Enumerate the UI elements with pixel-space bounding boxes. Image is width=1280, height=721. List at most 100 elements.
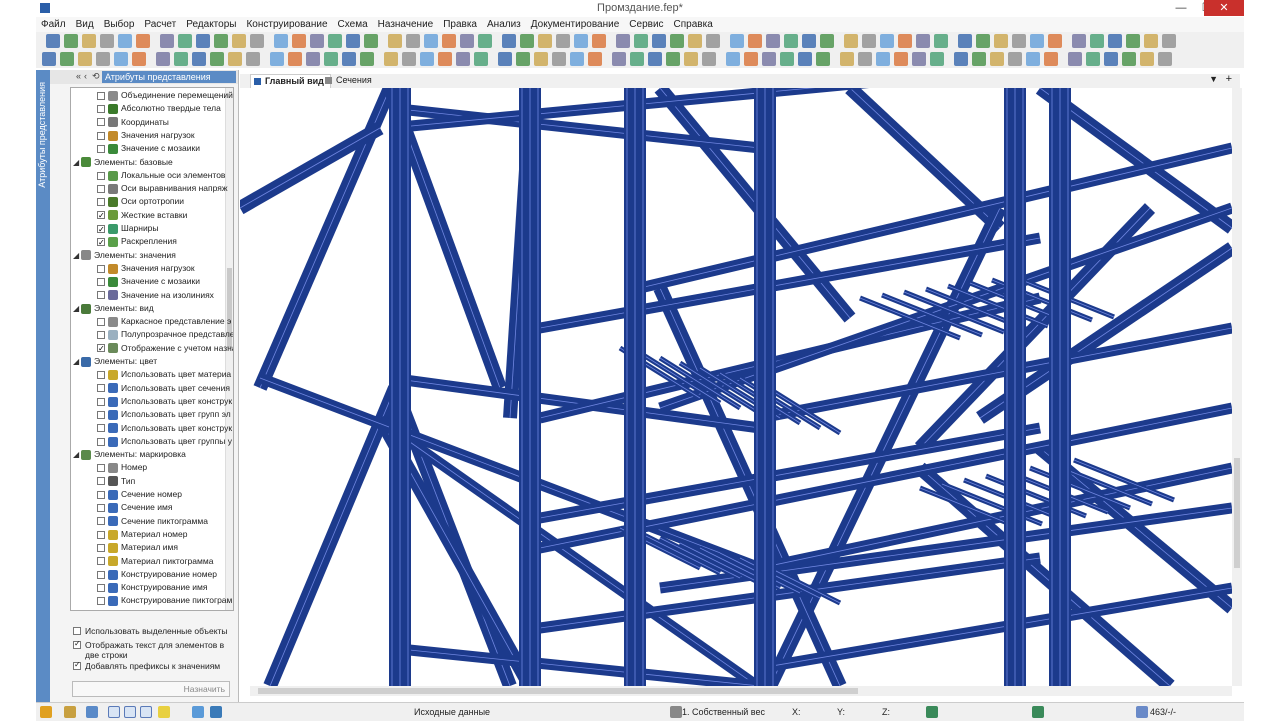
- canvas-vertical-thumb[interactable]: [1234, 458, 1240, 568]
- main-tool-icon-26[interactable]: [538, 34, 552, 48]
- refresh-icon[interactable]: ⟲: [92, 71, 100, 82]
- expand-icon[interactable]: ◢: [73, 302, 81, 315]
- main-tool-icon-59[interactable]: [1162, 34, 1176, 48]
- secondary-tool-icon-45[interactable]: [894, 52, 908, 66]
- tree-item[interactable]: Сечение номер: [97, 488, 182, 501]
- assign-button[interactable]: Назначить: [184, 684, 225, 694]
- option-checkbox[interactable]: [73, 660, 81, 670]
- secondary-tool-icon-6[interactable]: [156, 52, 170, 66]
- menu-item-9[interactable]: Анализ: [482, 17, 526, 32]
- main-tool-icon-47[interactable]: [934, 34, 948, 48]
- menu-item-10[interactable]: Документирование: [526, 17, 625, 32]
- tree-item[interactable]: Номер: [97, 461, 147, 474]
- secondary-tool-icon-15[interactable]: [324, 52, 338, 66]
- main-tool-icon-33[interactable]: [670, 34, 684, 48]
- menu-item-6[interactable]: Схема: [333, 17, 373, 32]
- secondary-tool-icon-22[interactable]: [456, 52, 470, 66]
- secondary-tool-icon-49[interactable]: [972, 52, 986, 66]
- canvas-vertical-scrollbar[interactable]: [1232, 88, 1242, 686]
- main-tool-icon-46[interactable]: [916, 34, 930, 48]
- snap-icon[interactable]: [40, 706, 52, 718]
- main-tool-icon-54[interactable]: [1072, 34, 1086, 48]
- tree-group[interactable]: ◢ Элементы: базовые: [73, 156, 173, 169]
- main-tool-icon-32[interactable]: [652, 34, 666, 48]
- secondary-tool-icon-57[interactable]: [1122, 52, 1136, 66]
- main-tool-icon-13[interactable]: [292, 34, 306, 48]
- main-tool-icon-49[interactable]: [976, 34, 990, 48]
- main-tool-icon-18[interactable]: [388, 34, 402, 48]
- tree-item[interactable]: Координаты: [97, 116, 169, 129]
- tab-main-view[interactable]: Главный вид: [250, 74, 331, 88]
- tree-item[interactable]: Жесткие вставки: [97, 209, 187, 222]
- tree-checkbox[interactable]: [97, 371, 105, 380]
- menu-item-4[interactable]: Редакторы: [181, 17, 241, 32]
- main-tool-icon-7[interactable]: [178, 34, 192, 48]
- main-tool-icon-21[interactable]: [442, 34, 456, 48]
- main-tool-icon-42[interactable]: [844, 34, 858, 48]
- secondary-tool-icon-1[interactable]: [60, 52, 74, 66]
- tree-item[interactable]: Каркасное представление э: [97, 315, 231, 328]
- expand-icon[interactable]: ◢: [73, 448, 81, 461]
- secondary-tool-icon-42[interactable]: [840, 52, 854, 66]
- menu-item-11[interactable]: Сервис: [624, 17, 668, 32]
- tree-checkbox[interactable]: [97, 517, 105, 526]
- secondary-tool-icon-58[interactable]: [1140, 52, 1154, 66]
- secondary-tool-icon-0[interactable]: [42, 52, 56, 66]
- tree-item[interactable]: Материал пиктограмма: [97, 555, 213, 568]
- main-tool-icon-24[interactable]: [502, 34, 516, 48]
- tree-item[interactable]: Значение с мозаики: [97, 142, 200, 155]
- main-tool-icon-6[interactable]: [160, 34, 174, 48]
- main-tool-icon-0[interactable]: [46, 34, 60, 48]
- edit-icon[interactable]: [192, 706, 204, 718]
- tree-checkbox[interactable]: [97, 144, 105, 153]
- ortho-icon[interactable]: [124, 706, 136, 718]
- secondary-tool-icon-33[interactable]: [666, 52, 680, 66]
- tree-group[interactable]: ◢ Элементы: значения: [73, 249, 176, 262]
- tree-item[interactable]: Материал номер: [97, 528, 188, 541]
- tree-item[interactable]: Тип: [97, 475, 135, 488]
- dynamic-icon[interactable]: [210, 706, 222, 718]
- assign-box[interactable]: Назначить: [72, 681, 230, 697]
- expand-icon[interactable]: ◢: [73, 156, 81, 169]
- tree-checkbox[interactable]: [97, 342, 105, 355]
- secondary-tool-icon-55[interactable]: [1086, 52, 1100, 66]
- main-tool-icon-38[interactable]: [766, 34, 780, 48]
- main-tool-icon-55[interactable]: [1090, 34, 1104, 48]
- main-tool-icon-16[interactable]: [346, 34, 360, 48]
- secondary-tool-icon-29[interactable]: [588, 52, 602, 66]
- main-tool-icon-44[interactable]: [880, 34, 894, 48]
- secondary-tool-icon-21[interactable]: [438, 52, 452, 66]
- tree-item[interactable]: Объединение перемещений: [97, 89, 233, 102]
- main-tool-icon-8[interactable]: [196, 34, 210, 48]
- main-tool-icon-20[interactable]: [424, 34, 438, 48]
- secondary-tool-icon-27[interactable]: [552, 52, 566, 66]
- tree-item[interactable]: Локальные оси элементов: [97, 169, 225, 182]
- secondary-tool-icon-20[interactable]: [420, 52, 434, 66]
- secondary-tool-icon-54[interactable]: [1068, 52, 1082, 66]
- tree-checkbox[interactable]: [97, 118, 105, 127]
- collapse-icon[interactable]: «: [76, 71, 81, 81]
- main-tool-icon-22[interactable]: [460, 34, 474, 48]
- menu-item-5[interactable]: Конструирование: [241, 17, 332, 32]
- minimize-button[interactable]: —: [1168, 0, 1194, 16]
- main-tool-icon-25[interactable]: [520, 34, 534, 48]
- tab-dropdown-icon[interactable]: ▼: [1209, 74, 1218, 84]
- main-tool-icon-1[interactable]: [64, 34, 78, 48]
- main-tool-icon-14[interactable]: [310, 34, 324, 48]
- tree-item[interactable]: Использовать цвет конструк: [97, 395, 232, 408]
- secondary-tool-icon-47[interactable]: [930, 52, 944, 66]
- main-tool-icon-45[interactable]: [898, 34, 912, 48]
- tree-checkbox[interactable]: [97, 410, 105, 419]
- main-tool-icon-58[interactable]: [1144, 34, 1158, 48]
- tree-checkbox[interactable]: [97, 223, 105, 236]
- tree-checkbox[interactable]: [97, 570, 105, 579]
- secondary-tool-icon-10[interactable]: [228, 52, 242, 66]
- expand-icon[interactable]: ◢: [73, 249, 81, 262]
- main-tool-icon-10[interactable]: [232, 34, 246, 48]
- secondary-tool-icon-26[interactable]: [534, 52, 548, 66]
- tree-checkbox[interactable]: [97, 171, 105, 180]
- secondary-tool-icon-41[interactable]: [816, 52, 830, 66]
- secondary-tool-icon-37[interactable]: [744, 52, 758, 66]
- grid-icon[interactable]: [108, 706, 120, 718]
- secondary-tool-icon-50[interactable]: [990, 52, 1004, 66]
